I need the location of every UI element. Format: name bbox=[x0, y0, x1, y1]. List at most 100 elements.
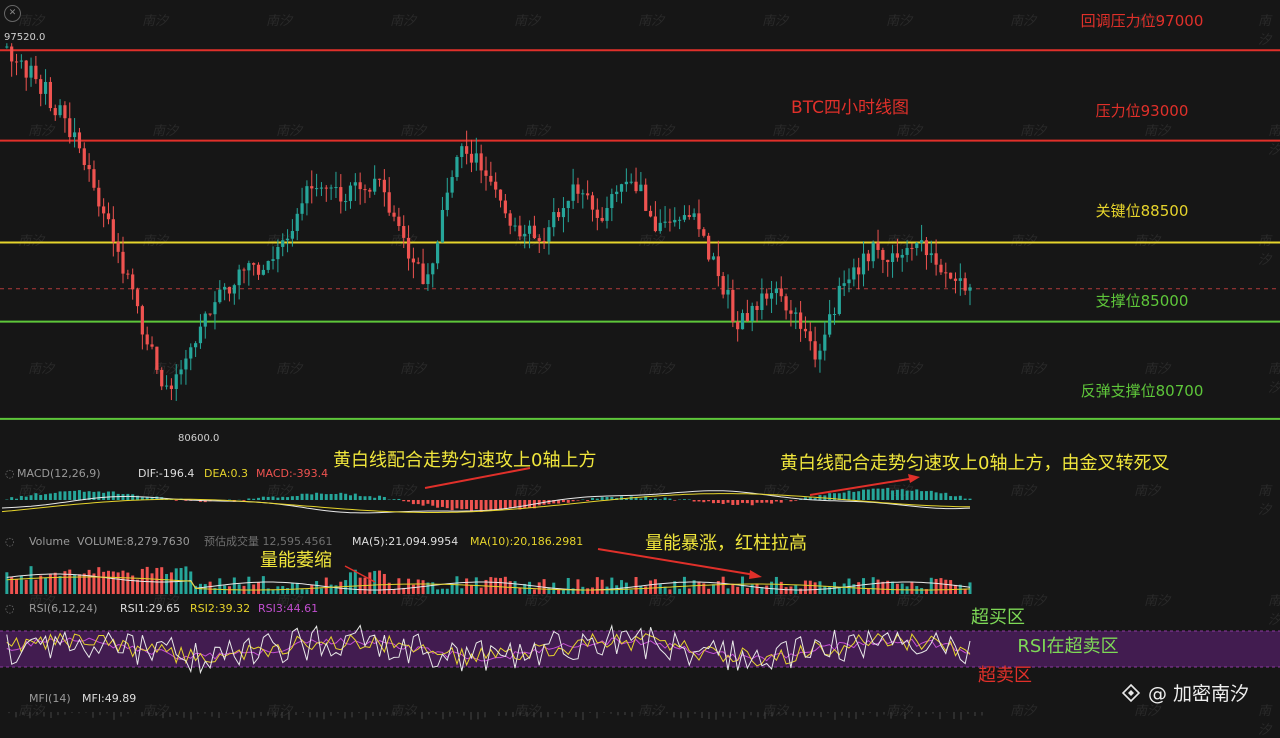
macd-bar bbox=[649, 499, 652, 500]
macd-bar bbox=[247, 498, 250, 500]
candle-body bbox=[964, 278, 967, 290]
level-label-2: 关键位88500 bbox=[1096, 202, 1189, 220]
volume-bar bbox=[543, 579, 546, 594]
volume-bar bbox=[930, 578, 933, 594]
candle-body bbox=[847, 279, 850, 283]
volume-bar bbox=[320, 588, 323, 594]
volume-bar bbox=[136, 580, 139, 594]
macd-bar bbox=[383, 497, 386, 500]
candle-body bbox=[300, 203, 303, 214]
candle-body bbox=[175, 374, 178, 389]
macd-bar bbox=[697, 500, 700, 501]
volume-bar bbox=[397, 578, 400, 594]
candle-body bbox=[935, 253, 938, 264]
macd-bar bbox=[760, 500, 763, 503]
macd-bar bbox=[848, 491, 851, 500]
candle-body bbox=[572, 184, 575, 200]
candle-body bbox=[475, 153, 478, 162]
candle-body bbox=[823, 335, 826, 351]
macd-bar bbox=[881, 489, 884, 500]
macd-bar bbox=[364, 496, 367, 500]
candle-body bbox=[223, 287, 226, 290]
volume-bar bbox=[683, 577, 686, 594]
macd-bar bbox=[20, 496, 23, 500]
volume-bar bbox=[34, 580, 37, 594]
volume-bar bbox=[315, 581, 318, 594]
macd-bar bbox=[426, 500, 429, 504]
volume-bar bbox=[639, 586, 642, 594]
rsi2-label: RSI2:39.32 bbox=[190, 602, 250, 615]
candle-body bbox=[257, 265, 260, 275]
candle-body bbox=[697, 213, 700, 229]
candle-body bbox=[397, 217, 400, 226]
macd-bar bbox=[315, 493, 318, 500]
volume-bar bbox=[775, 577, 778, 594]
macd-bar bbox=[126, 494, 129, 500]
candle-body bbox=[63, 105, 66, 118]
candle-body bbox=[542, 241, 545, 242]
candle-body bbox=[838, 286, 841, 314]
volume-bar bbox=[804, 581, 807, 594]
candle-body bbox=[610, 194, 613, 208]
candle-body bbox=[426, 274, 429, 284]
macd-bar bbox=[896, 490, 899, 500]
candle-body bbox=[392, 213, 395, 217]
macd-bar bbox=[83, 492, 86, 500]
candle-body bbox=[499, 190, 502, 201]
candle-body bbox=[88, 165, 91, 169]
candle-body bbox=[330, 188, 333, 189]
candle-body bbox=[780, 288, 783, 296]
candle-body bbox=[954, 279, 957, 281]
macd-bar bbox=[736, 500, 739, 505]
candle-body bbox=[271, 259, 274, 261]
volume-bar bbox=[809, 581, 812, 594]
candle-body bbox=[625, 182, 628, 184]
volume-bar bbox=[54, 573, 57, 594]
volume-bar bbox=[644, 586, 647, 594]
volume-estimate-label: 预估成交量 12,595.4561 bbox=[204, 534, 332, 548]
macd-bar bbox=[789, 500, 792, 501]
macd-bar bbox=[499, 500, 502, 509]
macd-bar bbox=[393, 499, 396, 500]
volume-bar bbox=[722, 577, 725, 594]
macd-bar bbox=[925, 491, 928, 500]
candle-body bbox=[49, 82, 52, 108]
candle-body bbox=[402, 226, 405, 238]
volume-bar bbox=[610, 578, 613, 594]
candle-body bbox=[557, 212, 560, 217]
volume-bar bbox=[620, 580, 623, 594]
rsi3-label: RSI3:44.61 bbox=[258, 602, 318, 615]
volume-bar bbox=[818, 581, 821, 594]
macd-bar bbox=[54, 493, 57, 500]
macd-bar bbox=[751, 500, 754, 505]
volume-bar bbox=[412, 585, 415, 594]
candle-body bbox=[591, 195, 594, 209]
volume-bar bbox=[591, 587, 594, 594]
volume-bar bbox=[257, 582, 260, 594]
rsi-toggle-icon: ◌ bbox=[5, 602, 15, 615]
candle-body bbox=[620, 184, 623, 192]
volume-bar bbox=[736, 587, 739, 594]
candle-body bbox=[296, 214, 299, 231]
macd-bar bbox=[465, 500, 468, 509]
candle-body bbox=[179, 369, 182, 374]
macd-bar bbox=[852, 492, 855, 500]
candle-body bbox=[630, 182, 633, 183]
volume-bar bbox=[107, 571, 110, 594]
macd-params: MACD(12,26,9) bbox=[17, 467, 101, 480]
volume-bar bbox=[247, 577, 250, 594]
candle-body bbox=[131, 274, 134, 289]
macd-bar bbox=[775, 500, 778, 501]
candle-body bbox=[678, 220, 681, 221]
volume-bar bbox=[668, 589, 671, 594]
candle-body bbox=[25, 61, 28, 78]
candle-body bbox=[373, 179, 376, 192]
candle-body bbox=[102, 206, 105, 213]
candle-body bbox=[281, 240, 284, 247]
volume-bar bbox=[117, 572, 120, 594]
macd-bar bbox=[746, 500, 749, 503]
volume-bar bbox=[59, 576, 62, 594]
volume-bar bbox=[330, 585, 333, 594]
candle-body bbox=[470, 154, 473, 163]
candle-body bbox=[363, 189, 366, 190]
